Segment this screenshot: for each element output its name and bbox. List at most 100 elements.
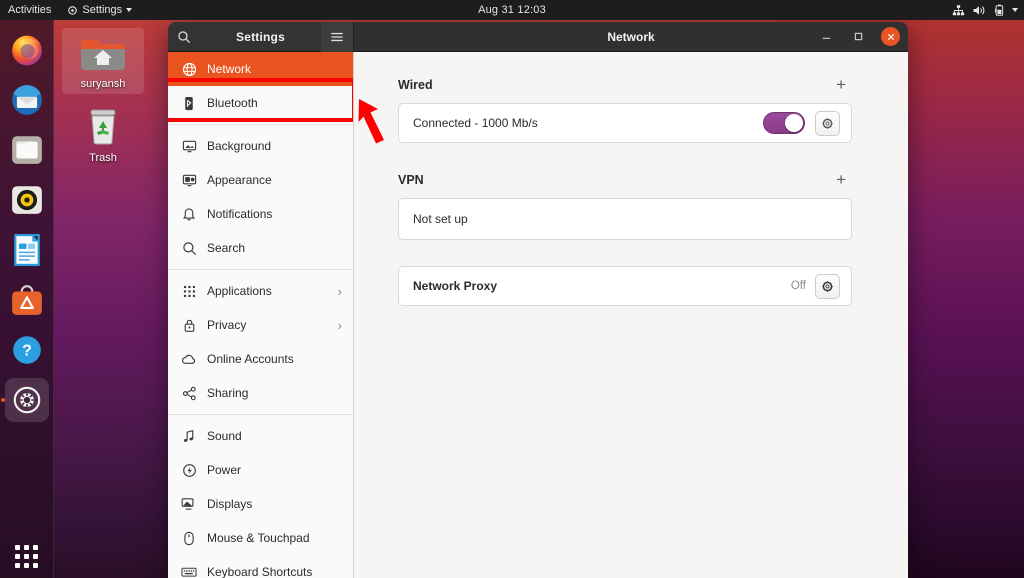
sidebar-item-label: Notifications	[207, 207, 273, 221]
network-proxy-row[interactable]: Network Proxy Off	[399, 267, 851, 305]
sidebar-item-bluetooth[interactable]: Bluetooth	[168, 86, 353, 120]
sidebar-item-power[interactable]: Power	[168, 453, 353, 487]
network-proxy-card: Network Proxy Off	[398, 266, 852, 306]
home-folder-icon	[81, 40, 125, 70]
keyboard-icon	[181, 564, 197, 578]
sidebar-item-applications[interactable]: Applications ›	[168, 274, 353, 308]
chevron-down-icon	[126, 8, 133, 12]
apps-grid-icon	[181, 283, 197, 299]
desktop-icon-trash[interactable]: Trash	[62, 100, 144, 168]
rhythmbox-icon	[11, 186, 42, 214]
sidebar-item-label: Network	[207, 62, 252, 76]
gnome-top-bar: Activities Settings Aug 31 12:03	[0, 0, 1024, 20]
dock-item-thunderbird[interactable]	[5, 78, 49, 122]
network-globe-icon	[181, 61, 197, 77]
sidebar-menu-button[interactable]	[321, 22, 353, 52]
settings-window: Settings Network Network Bluetooth Backg…	[168, 22, 908, 578]
sidebar-item-notifications[interactable]: Notifications	[168, 197, 353, 231]
dock-item-help[interactable]: ?	[5, 328, 49, 372]
settings-sidebar[interactable]: Network Bluetooth Background Appearance …	[168, 52, 354, 578]
main-header: Network	[354, 22, 908, 51]
chevron-right-icon: ›	[337, 283, 342, 299]
dock-item-libreoffice-writer[interactable]	[5, 228, 49, 272]
dock-item-files[interactable]	[5, 128, 49, 172]
sidebar-item-label: Privacy	[207, 318, 247, 332]
add-wired-connection-button[interactable]: +	[830, 74, 852, 95]
sidebar-header: Settings	[168, 22, 354, 52]
sidebar-item-network[interactable]: Network	[168, 52, 353, 86]
background-monitor-icon	[181, 138, 197, 154]
sidebar-item-privacy[interactable]: Privacy ›	[168, 308, 353, 342]
vpn-row[interactable]: Not set up	[399, 199, 851, 239]
sidebar-item-label: Bluetooth	[207, 96, 258, 110]
sidebar-separator	[168, 414, 353, 415]
sidebar-item-online-accounts[interactable]: Online Accounts	[168, 342, 353, 376]
volume-icon	[973, 5, 985, 15]
section-title: VPN	[398, 172, 424, 187]
appearance-icon	[181, 172, 197, 188]
help-icon: ?	[12, 336, 41, 364]
sidebar-item-sound[interactable]: Sound	[168, 419, 353, 453]
desktop-icon-home[interactable]: suryansh	[62, 28, 144, 94]
network-proxy-label: Network Proxy	[413, 279, 498, 293]
dock-item-rhythmbox[interactable]	[5, 178, 49, 222]
cloud-icon	[181, 351, 197, 367]
sidebar-item-label: Keyboard Shortcuts	[207, 565, 313, 578]
wired-connection-row[interactable]: Connected - 1000 Mb/s	[399, 104, 851, 142]
maximize-icon	[854, 32, 862, 41]
sidebar-item-label: Mouse & Touchpad	[207, 531, 310, 545]
sidebar-item-keyboard-shortcuts[interactable]: Keyboard Shortcuts	[168, 555, 353, 578]
system-menu-caret-icon[interactable]	[1012, 8, 1018, 12]
sidebar-search-button[interactable]	[168, 22, 200, 52]
wired-status-label: Connected - 1000 Mb/s	[413, 116, 538, 130]
wired-settings-button[interactable]	[815, 110, 840, 136]
mouse-icon	[181, 530, 197, 546]
network-proxy-settings-button[interactable]	[815, 273, 840, 299]
clock[interactable]: Aug 31 12:03	[0, 4, 1024, 16]
sidebar-separator	[168, 269, 353, 270]
wired-section-header: Wired +	[398, 74, 852, 95]
gear-icon	[822, 117, 833, 129]
minimize-icon	[822, 37, 830, 39]
window-titlebar: Settings Network	[168, 22, 908, 52]
settings-gear-icon	[13, 386, 40, 414]
wired-toggle-switch[interactable]	[763, 112, 805, 134]
activities-button[interactable]: Activities	[0, 0, 59, 20]
battery-charging-icon	[994, 4, 1004, 16]
search-icon	[178, 30, 190, 43]
desktop-icon-label: Trash	[89, 152, 117, 164]
dock-item-ubuntu-software[interactable]	[5, 278, 49, 322]
sidebar-item-label: Power	[207, 463, 242, 477]
dock-item-firefox[interactable]	[5, 28, 49, 72]
sidebar-item-label: Sharing	[207, 386, 249, 400]
sidebar-item-label: Search	[207, 241, 246, 255]
music-note-icon	[181, 428, 197, 444]
gear-icon	[68, 5, 78, 15]
system-indicators[interactable]	[952, 0, 1018, 20]
vpn-section-header: VPN +	[398, 169, 852, 190]
sidebar-item-label: Appearance	[207, 173, 272, 187]
sidebar-item-appearance[interactable]: Appearance	[168, 163, 353, 197]
dock-item-settings[interactable]	[4, 378, 49, 422]
section-title: Wired	[398, 77, 433, 92]
libreoffice-writer-icon	[13, 234, 40, 266]
bell-icon	[181, 206, 197, 222]
app-menu-button[interactable]: Settings	[59, 0, 140, 20]
share-nodes-icon	[181, 385, 197, 401]
displays-icon	[181, 496, 197, 512]
add-vpn-button[interactable]: +	[830, 169, 852, 190]
show-applications-button[interactable]	[15, 545, 38, 568]
sidebar-item-label: Applications	[207, 284, 272, 298]
sidebar-item-displays[interactable]: Displays	[168, 487, 353, 521]
sidebar-item-sharing[interactable]: Sharing	[168, 376, 353, 410]
sidebar-item-mouse-touchpad[interactable]: Mouse & Touchpad	[168, 521, 353, 555]
sidebar-item-background[interactable]: Background	[168, 129, 353, 163]
network-settings-panel: Wired + Connected - 1000 Mb/s VPN + Not …	[354, 52, 908, 578]
sidebar-separator	[168, 124, 353, 125]
power-icon	[181, 462, 197, 478]
close-button[interactable]	[881, 27, 900, 46]
sidebar-item-search[interactable]: Search	[168, 231, 353, 265]
minimize-button[interactable]	[817, 28, 835, 46]
apps-grid-icon	[15, 545, 38, 568]
maximize-button[interactable]	[849, 28, 867, 46]
